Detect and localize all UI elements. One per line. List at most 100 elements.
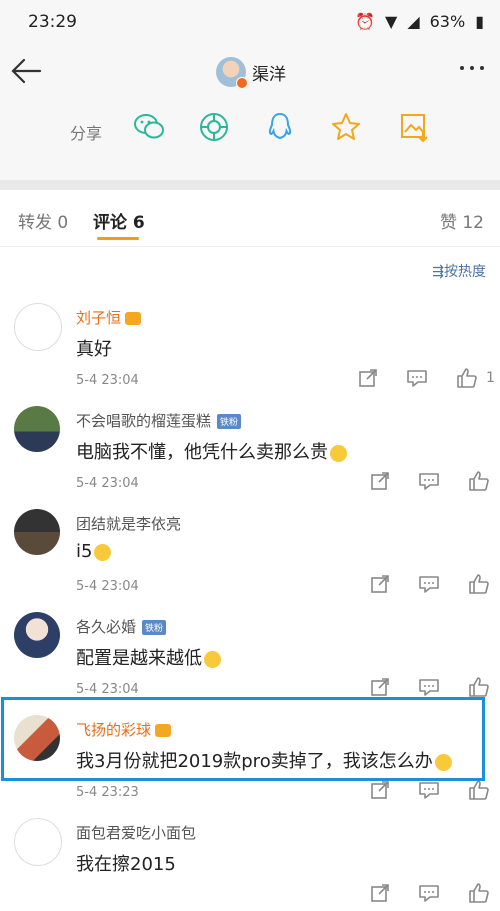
comment-icon: [419, 679, 439, 696]
commenter-name[interactable]: 刘子恒: [76, 307, 142, 328]
comment-time: 5-4 23:04: [76, 682, 139, 697]
thumbs-up-icon: [457, 368, 477, 388]
comment-item[interactable]: 各久必婚 铁粉配置是越来越低 5-4 23:04: [0, 602, 500, 705]
comment-text-content: 配置是越来越低: [76, 648, 202, 669]
reply-button[interactable]: [418, 471, 440, 491]
emoji-icon: [434, 753, 452, 771]
repost-button[interactable]: [370, 780, 390, 800]
repost-icon: [371, 678, 389, 696]
reply-button[interactable]: [418, 780, 440, 800]
qq-icon[interactable]: [263, 110, 297, 144]
tab-comment[interactable]: 评论 6: [93, 208, 145, 233]
like-button[interactable]: [468, 882, 490, 904]
emoji-icon: [204, 650, 221, 668]
commenter-name[interactable]: 各久必婚 铁粉: [76, 616, 167, 637]
reply-button[interactable]: [406, 368, 428, 388]
comment-actions: [370, 779, 498, 801]
comment-text: 我3月份就把2019款pro卖掉了，我该怎么办: [76, 747, 452, 773]
more-icon[interactable]: [460, 66, 484, 70]
tab-active-indicator: [97, 237, 139, 240]
like-button[interactable]: [468, 779, 490, 801]
sort-bar: ⇶按热度: [0, 247, 500, 291]
commenter-name-text: 刘子恒: [76, 309, 122, 327]
commenter-name-text: 面包君爱吃小面包: [76, 824, 197, 842]
status-time: 23:29: [28, 12, 77, 32]
like-button[interactable]: [456, 367, 478, 389]
repost-button[interactable]: [370, 883, 390, 903]
sort-icon: ⇶: [432, 264, 444, 280]
comment-text-content: 真好: [76, 339, 112, 360]
comment-item[interactable]: 不会唱歌的榴莲蛋糕 铁粉 电脑我不懂，他凭什么卖那么贵 5-4 23:04: [0, 396, 500, 499]
commenter-name-text: 团结就是李依亮: [76, 515, 182, 533]
comment-time: 5-4 23:04: [76, 579, 139, 594]
comment-item[interactable]: 面包君爱吃小面包我在擦2015: [0, 808, 500, 911]
commenter-name[interactable]: 飞扬的彩球: [76, 719, 172, 740]
sort-by-hot-button[interactable]: ⇶按热度: [432, 261, 486, 281]
comment-time: 5-4 23:04: [76, 476, 139, 491]
tab-bar: 转发 0 评论 6 赞 12: [0, 190, 500, 247]
comment-actions: [370, 676, 498, 698]
repost-button[interactable]: [358, 368, 378, 388]
emoji-icon: [330, 444, 347, 462]
commenter-name-text: 飞扬的彩球: [76, 721, 152, 739]
comment-item[interactable]: 团结就是李依亮 i5 5-4 23:04: [0, 499, 500, 602]
repost-button[interactable]: [370, 574, 390, 594]
repost-icon: [371, 884, 389, 902]
tab-likes[interactable]: 赞 12: [440, 208, 484, 233]
reply-button[interactable]: [418, 677, 440, 697]
repost-icon: [371, 472, 389, 490]
comment-text: 我在擦2015: [76, 850, 176, 876]
comment-text-content: 我3月份就把2019款pro卖掉了，我该怎么办: [76, 751, 433, 772]
tab-repost[interactable]: 转发 0: [18, 208, 68, 233]
wechat-icon[interactable]: [132, 110, 166, 144]
repost-button[interactable]: [370, 471, 390, 491]
sort-label: 按热度: [444, 264, 486, 280]
divider: [0, 180, 500, 190]
signal-icon: ◢: [407, 12, 420, 31]
page-title[interactable]: 渠洋: [252, 60, 286, 85]
commenter-avatar[interactable]: [14, 715, 60, 761]
status-bar: 23:29 ⏰ ▼ ◢ 63% ▮: [0, 0, 500, 44]
comment-time: 5-4 23:23: [76, 785, 139, 800]
like-button[interactable]: [468, 573, 490, 595]
reply-button[interactable]: [418, 883, 440, 903]
moments-icon[interactable]: [197, 110, 231, 144]
repost-icon: [371, 781, 389, 799]
save-image-icon[interactable]: [397, 110, 431, 144]
comment-time: 5-4 23:04: [76, 373, 139, 388]
comment-actions: [370, 573, 498, 595]
commenter-name[interactable]: 不会唱歌的榴莲蛋糕 铁粉: [76, 410, 242, 431]
repost-button[interactable]: [370, 677, 390, 697]
like-button[interactable]: [468, 676, 490, 698]
comment-item[interactable]: 飞扬的彩球我3月份就把2019款pro卖掉了，我该怎么办 5-4 23:23: [0, 705, 500, 808]
comment-actions: 1: [358, 367, 495, 389]
commenter-avatar[interactable]: [14, 406, 60, 452]
commenter-name[interactable]: 面包君爱吃小面包: [76, 822, 196, 843]
comment-icon: [419, 782, 439, 799]
commenter-name-text: 不会唱歌的榴莲蛋糕: [76, 412, 212, 430]
battery-icon: ▮: [475, 12, 484, 31]
comment-text: 真好: [76, 335, 112, 361]
reply-button[interactable]: [418, 574, 440, 594]
like-button[interactable]: [468, 470, 490, 492]
share-bar: 分享: [0, 98, 500, 180]
comment-item[interactable]: 刘子恒真好 5-4 23:04 1: [0, 293, 500, 396]
commenter-avatar[interactable]: [14, 509, 60, 555]
back-arrow-icon[interactable]: [10, 56, 44, 86]
comment-text: i5: [76, 541, 112, 562]
fan-badge-icon: 铁粉: [142, 620, 167, 635]
emoji-icon: [94, 543, 112, 561]
commenter-name[interactable]: 团结就是李依亮: [76, 513, 181, 534]
thumbs-up-icon: [469, 883, 489, 903]
repost-icon: [371, 575, 389, 593]
commenter-avatar[interactable]: [14, 303, 62, 351]
commenter-name-text: 各久必婚: [76, 618, 137, 636]
vip-crown-icon: [125, 312, 142, 325]
favorite-star-icon[interactable]: [329, 110, 363, 144]
thumbs-up-icon: [469, 677, 489, 697]
thumbs-up-icon: [469, 471, 489, 491]
commenter-avatar[interactable]: [14, 818, 62, 866]
user-avatar[interactable]: [216, 57, 248, 89]
commenter-avatar[interactable]: [14, 612, 60, 658]
comment-actions: [370, 470, 498, 492]
